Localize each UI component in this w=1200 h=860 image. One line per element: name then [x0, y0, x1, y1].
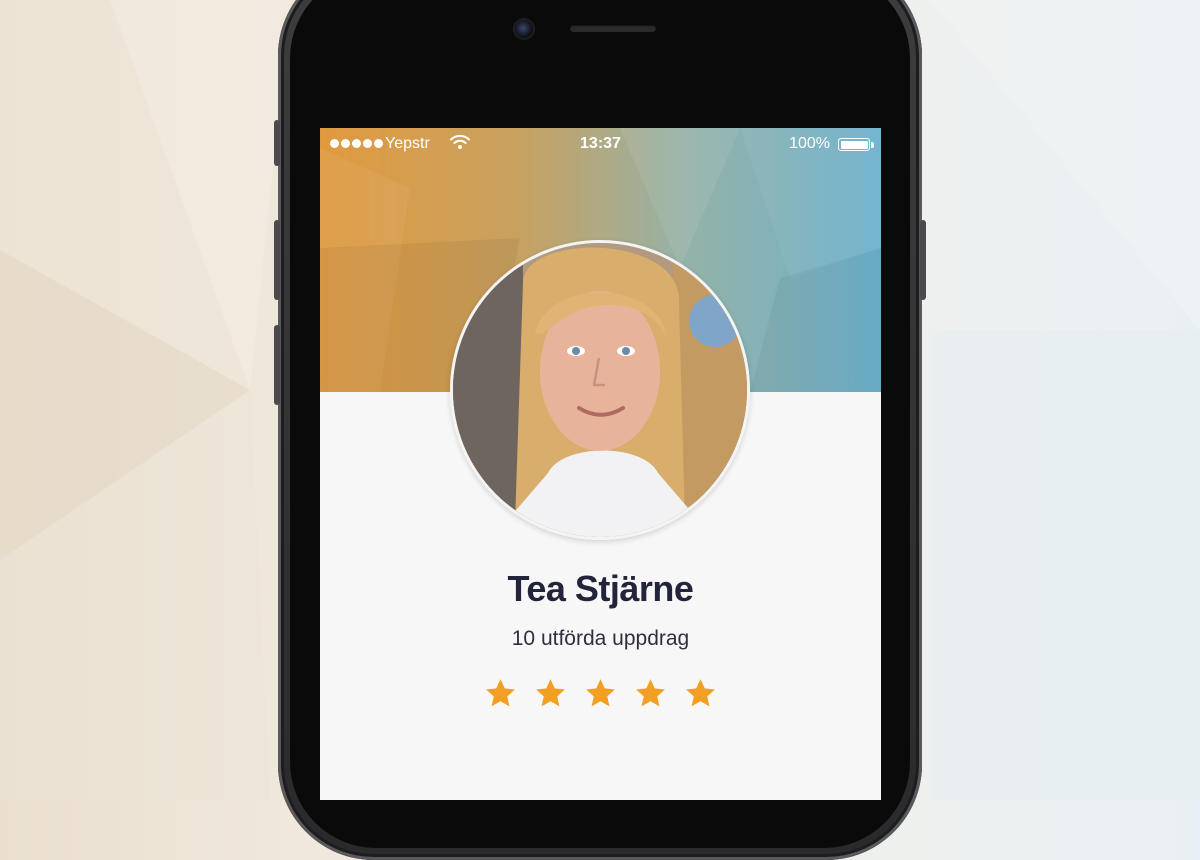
star-icon	[686, 679, 715, 707]
star-icon	[486, 679, 515, 707]
status-bar: Yepstr 13:37 100%	[320, 128, 881, 162]
volume-down-button	[274, 325, 280, 405]
avatar-photo	[453, 243, 747, 537]
completed-tasks-count: 10 utförda uppdrag	[511, 627, 690, 650]
star-icon	[636, 679, 665, 707]
battery-tip	[871, 142, 874, 148]
star-rating	[320, 677, 881, 710]
mute-switch	[274, 120, 280, 166]
battery-icon	[838, 138, 870, 151]
battery-fill	[840, 140, 868, 149]
earpiece-speaker	[570, 25, 656, 32]
battery-percentage: 100%	[789, 135, 830, 152]
volume-up-button	[274, 220, 280, 300]
profile-name: Tea Stjärne	[507, 568, 694, 609]
star-icon	[536, 679, 565, 707]
app-screen: Yepstr 13:37 100% Tea Stjärne 10 utförda…	[320, 128, 881, 800]
camera-icon	[515, 20, 533, 38]
star-icon	[586, 679, 615, 707]
profile-avatar[interactable]	[450, 240, 750, 540]
power-button	[920, 220, 926, 300]
